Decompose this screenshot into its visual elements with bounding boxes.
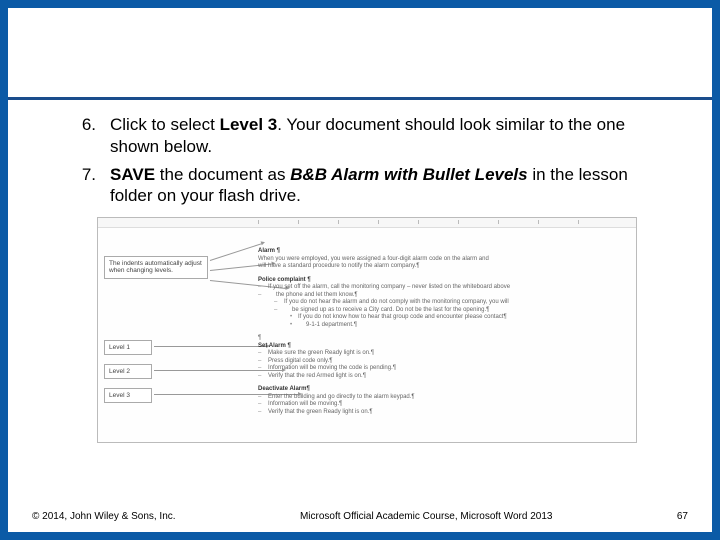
doc-bullet-l1: Make sure the green Ready light is on.¶ (258, 350, 624, 358)
doc-line: When you were employed, you were assigne… (258, 256, 624, 264)
step-text-pre: Click to select (110, 115, 220, 134)
doc-para-mark: ¶ (258, 335, 624, 343)
doc-bullet-l1: Verify that the green Ready light is on.… (258, 409, 624, 417)
doc-body: Alarm ¶ When you were employed, you were… (258, 248, 624, 436)
title-area (8, 8, 712, 100)
callout-indent: The indents automatically adjust when ch… (104, 256, 208, 279)
step-6: 6. Click to select Level 3. Your documen… (68, 114, 666, 158)
step-text-bold-italic: B&B Alarm with Bullet Levels (290, 165, 527, 184)
footer: © 2014, John Wiley & Sons, Inc. Microsof… (8, 511, 712, 522)
doc-heading: Alarm ¶ (258, 248, 624, 256)
doc-bullet-l3: If you do not know how to hear that grou… (258, 314, 624, 322)
doc-subheading: Police complaint ¶ (258, 277, 624, 285)
ruler (98, 218, 636, 228)
step-text-bold: Level 3 (220, 115, 278, 134)
footer-copyright: © 2014, John Wiley & Sons, Inc. (32, 511, 176, 522)
doc-bullet-l1: If you set off the alarm, call the monit… (258, 284, 624, 292)
leader-line (210, 243, 262, 261)
footer-course: Microsoft Official Academic Course, Micr… (176, 511, 677, 522)
content-area: 6. Click to select Level 3. Your documen… (8, 114, 712, 443)
step-7: 7. SAVE the document as B&B Alarm with B… (68, 164, 666, 208)
doc-subheading: Set Alarm ¶ (258, 343, 624, 351)
figure-wrap: The indents automatically adjust when ch… (97, 217, 637, 443)
doc-subheading: Deactivate Alarm¶ (258, 386, 624, 394)
doc-bullet-l3: 9-1-1 department.¶ (258, 322, 624, 330)
doc-bullet-l1: Enter the building and go directly to th… (258, 394, 624, 402)
footer-page-number: 67 (677, 511, 688, 522)
callout-level2: Level 2 (104, 364, 152, 379)
step-number: 7. (68, 164, 110, 208)
leader-line (154, 346, 266, 347)
doc-line: will have a standard procedure to notify… (258, 263, 624, 271)
callout-level3: Level 3 (104, 388, 152, 403)
doc-bullet-l1: the phone and let them know.¶ (258, 292, 624, 300)
doc-bullet-l2: If you do not hear the alarm and do not … (258, 299, 624, 307)
step-number: 6. (68, 114, 110, 158)
step-text-mid: the document as (155, 165, 290, 184)
slide-body: 6. Click to select Level 3. Your documen… (8, 8, 712, 532)
figure-screenshot: The indents automatically adjust when ch… (97, 217, 637, 443)
step-text: Click to select Level 3. Your document s… (110, 114, 666, 158)
doc-bullet-l1: Verify that the red Armed light is on.¶ (258, 373, 624, 381)
doc-bullet-l1: Information will be moving.¶ (258, 401, 624, 409)
step-text: SAVE the document as B&B Alarm with Bull… (110, 164, 666, 208)
doc-bullet-l1: Information will be moving the code is p… (258, 365, 624, 373)
callout-level1: Level 1 (104, 340, 152, 355)
doc-bullet-l2: be signed up as to receive a City card. … (258, 307, 624, 315)
doc-bullet-l1: Press digital code only.¶ (258, 358, 624, 366)
step-text-bold: SAVE (110, 165, 155, 184)
